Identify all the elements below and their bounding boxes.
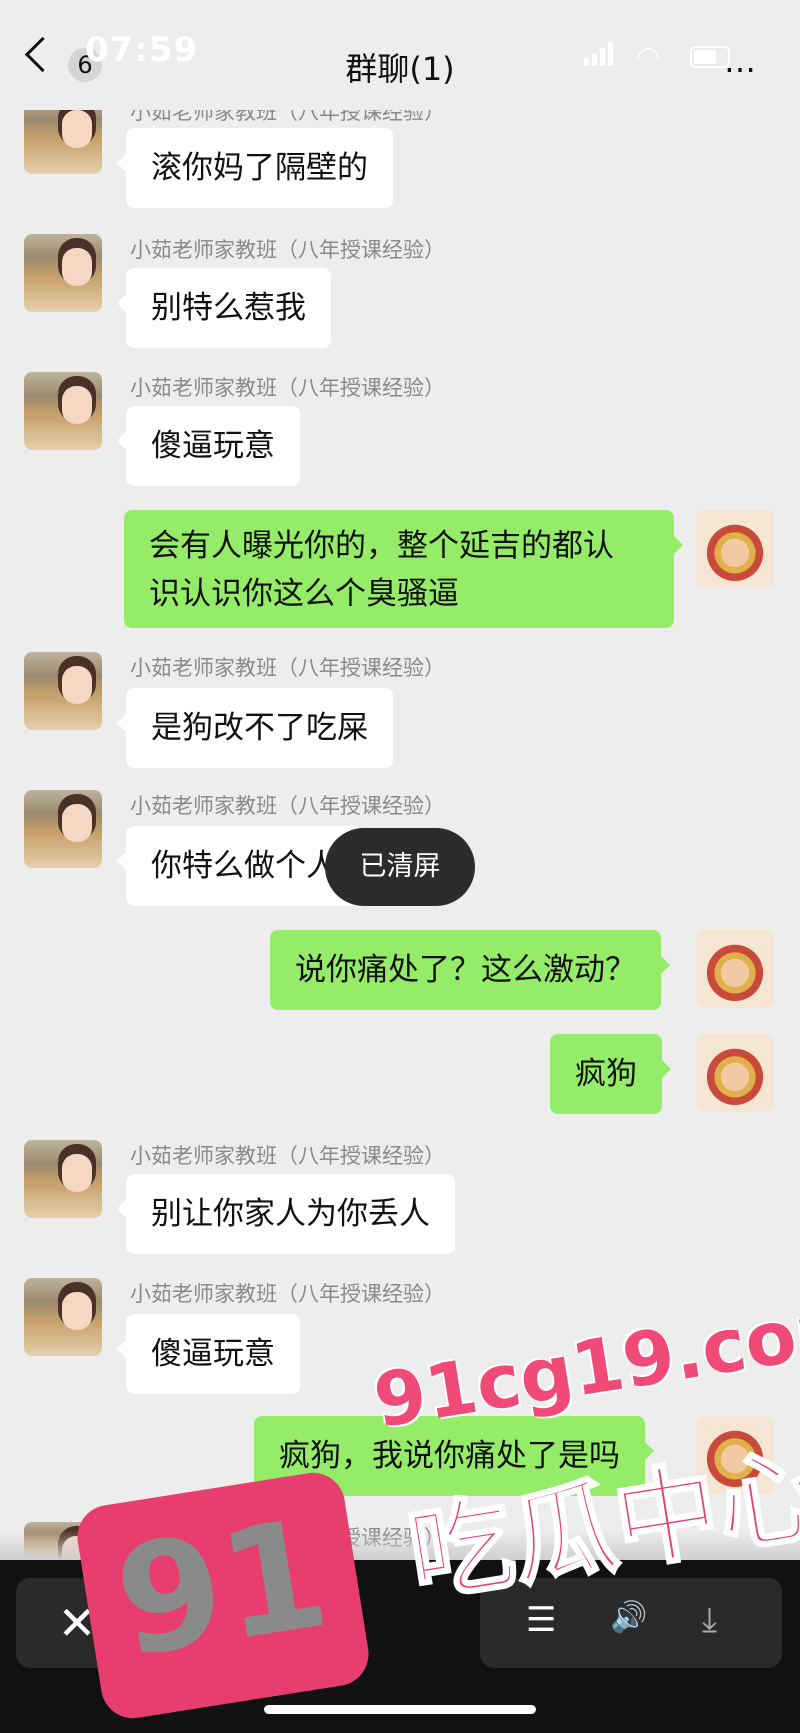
self-avatar[interactable] <box>696 510 774 588</box>
message-bubble-self[interactable]: 说你痛处了？这么激动？ <box>270 930 670 1010</box>
message-bubble[interactable]: 傻逼玩意 <box>117 1314 300 1394</box>
watermark-badge-text: 91 <box>105 1486 339 1692</box>
sender-avatar[interactable] <box>24 372 102 450</box>
message-bubble[interactable]: 傻逼玩意 <box>117 406 300 486</box>
sender-name: 小茹老师家教班（八年授课经验） <box>130 376 445 400</box>
sender-avatar[interactable] <box>24 234 102 312</box>
sender-avatar[interactable] <box>24 790 102 868</box>
top-bar: 6 07:59 群聊(1) ◠ … <box>0 0 800 110</box>
message-line: 会有人曝光你的，整个延吉的都认 <box>149 528 614 564</box>
message-bubble[interactable]: 是狗改不了吃屎 <box>117 688 393 768</box>
sound-icon[interactable]: 🔊 <box>610 1600 647 1635</box>
signal-icon <box>584 42 614 66</box>
message-bubble-self[interactable]: 会有人曝光你的，整个延吉的都认 识认识你这么个臭骚逼 <box>124 510 683 628</box>
sender-avatar[interactable] <box>24 1140 102 1218</box>
wifi-icon: ◠ <box>636 40 661 73</box>
clear-screen-toast: 已清屏 <box>325 828 475 906</box>
more-options-button[interactable]: … <box>724 42 758 80</box>
chat-title: 群聊(1) <box>345 50 455 88</box>
sender-name: 小茹老师家教班（八年授课经验） <box>130 238 445 262</box>
self-avatar[interactable] <box>696 1034 774 1112</box>
home-indicator <box>264 1705 536 1714</box>
message-line: 识认识你这么个臭骚逼 <box>149 576 459 612</box>
sender-name: 小茹老师家教班（八年授课经验） <box>130 656 445 680</box>
message-bubble-self[interactable]: 疯狗 <box>550 1034 671 1114</box>
sender-name: 小茹老师家教班（八年授课经验） <box>130 794 445 818</box>
message-bubble[interactable]: 别特么惹我 <box>117 268 331 348</box>
self-avatar[interactable] <box>696 930 774 1008</box>
sender-avatar[interactable] <box>24 1278 102 1356</box>
download-icon[interactable]: ⤓ <box>702 1600 717 1640</box>
message-bubble[interactable]: 别让你家人为你丢人 <box>117 1174 455 1254</box>
message-bubble[interactable]: 滚你妈了隔壁的 <box>117 128 393 208</box>
sender-name: 小茹老师家教班（八年授课经验） <box>130 1144 445 1168</box>
watermark-logo: 91 <box>72 1468 374 1723</box>
sender-name: 小茹老师家教班（八年授课经验） <box>130 1282 445 1306</box>
sender-avatar[interactable] <box>24 652 102 730</box>
menu-icon[interactable]: ☰ <box>526 1600 556 1640</box>
